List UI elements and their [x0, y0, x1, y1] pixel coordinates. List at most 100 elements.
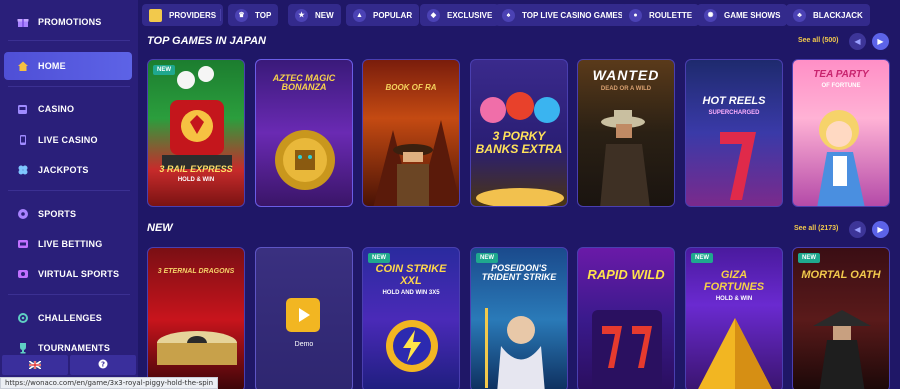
game-tile-giza-fortunes[interactable]: NEW GIZA FORTUNES HOLD & WIN: [685, 247, 783, 389]
category-roulette[interactable]: ● ROULETTE: [622, 4, 700, 26]
prev-arrow-button[interactable]: ◀: [849, 33, 866, 50]
new-icon: ★: [295, 8, 308, 22]
category-label: BLACKJACK: [813, 10, 863, 20]
game-subtitle: DEAD OR A WILD: [600, 86, 652, 92]
svg-text:?: ?: [101, 360, 105, 368]
sidebar-item-label: SPORTS: [38, 209, 77, 219]
category-divider: [220, 9, 221, 21]
game-title: GIZA FORTUNES: [703, 269, 765, 293]
game-tile-book-of-ra[interactable]: BOOK OF RA: [362, 59, 460, 207]
sidebar-divider: [8, 190, 130, 191]
game-tile-hot-reels[interactable]: HOT REELS SUPERCHARGED: [685, 59, 783, 207]
sidebar-item-challenges[interactable]: CHALLENGES: [4, 304, 132, 332]
game-title: COIN STRIKE XXL: [375, 263, 447, 287]
game-title: WANTED: [592, 67, 660, 83]
category-new[interactable]: ★ NEW: [288, 4, 341, 26]
sidebar-item-sports[interactable]: SPORTS: [4, 200, 132, 228]
arrow-right-icon: ▶: [877, 225, 884, 234]
game-tile-coin-strike-xxl[interactable]: NEW COIN STRIKE XXL HOLD AND WIN 3X5: [362, 247, 460, 389]
category-label: TOP: [255, 10, 272, 20]
game-tile-wanted[interactable]: WANTED DEAD OR A WILD: [577, 59, 675, 207]
sidebar-item-live-casino[interactable]: LIVE CASINO: [4, 126, 132, 154]
new-badge: NEW: [798, 253, 820, 263]
arrow-left-icon: ◀: [854, 225, 861, 234]
live-icon: [16, 237, 30, 251]
game-title: POSEIDON'S TRIDENT STRIKE: [481, 263, 557, 283]
next-arrow-button[interactable]: ▶: [872, 33, 889, 50]
category-game-shows[interactable]: ✺ GAME SHOWS: [697, 4, 788, 26]
prev-arrow-button[interactable]: ◀: [849, 221, 866, 238]
sidebar-item-label: HOME: [38, 61, 66, 71]
sidebar-item-label: JACKPOTS: [38, 165, 89, 175]
browser-status-bar: https://wonaco.com/en/game/3x3-royal-pig…: [0, 377, 219, 389]
category-providers[interactable]: PROVIDERS: [142, 4, 224, 26]
trophy-icon: [16, 341, 30, 355]
see-all-top-games-link[interactable]: See all (500): [798, 37, 838, 44]
sidebar-item-promotions[interactable]: PROMOTIONS: [4, 8, 132, 36]
sidebar-item-casino[interactable]: CASINO: [4, 95, 132, 123]
sidebar-item-live-betting[interactable]: LIVE BETTING: [4, 230, 132, 258]
game-title: RAPID WILD: [587, 267, 665, 282]
category-label: ROULETTE: [649, 10, 693, 20]
category-blackjack[interactable]: ♣ BLACKJACK: [786, 4, 870, 26]
next-arrow-button[interactable]: ▶: [872, 221, 889, 238]
sidebar-item-virtual-sports[interactable]: VIRTUAL SPORTS: [4, 260, 132, 288]
category-label: EXCLUSIVE: [447, 10, 493, 20]
new-badge: NEW: [153, 65, 175, 75]
game-title: 3 RAIL EXPRESS: [159, 164, 233, 174]
category-label: POPULAR: [373, 10, 413, 20]
help-button[interactable]: ?: [70, 355, 136, 375]
new-badge: NEW: [368, 253, 390, 263]
game-tile-3-porky-banks-extra[interactable]: 3 PORKY BANKS EXTRA: [470, 59, 568, 207]
uk-flag-icon: [28, 356, 42, 374]
sidebar-item-jackpots[interactable]: JACKPOTS: [4, 156, 132, 184]
category-top-live-casino[interactable]: ♠ TOP LIVE CASINO GAMES: [495, 4, 631, 26]
game-title: HOT REELS: [702, 95, 766, 107]
game-tile-aztec-magic-bonanza[interactable]: AZTEC MAGIC BONANZA: [255, 59, 353, 207]
category-bar: PROVIDERS ♛ TOP ★ NEW ▲ POPULAR ◆ EXCLUS…: [140, 4, 900, 26]
sidebar-item-label: TOURNAMENTS: [38, 343, 111, 353]
demo-link[interactable]: Demo: [256, 341, 352, 348]
game-subtitle: OF FORTUNE: [821, 83, 861, 89]
slot-icon: [16, 102, 30, 116]
category-label: GAME SHOWS: [724, 10, 781, 20]
wheel-icon: ✺: [704, 8, 717, 22]
clover-icon: [16, 163, 30, 177]
help-icon: ?: [98, 356, 108, 374]
game-subtitle: HOLD & WIN: [177, 177, 215, 183]
new-badge: NEW: [691, 253, 713, 263]
category-exclusive[interactable]: ◆ EXCLUSIVE: [420, 4, 500, 26]
game-subtitle: HOLD AND WIN 3X5: [382, 290, 440, 296]
game-title: 3 PORKY BANKS EXTRA: [475, 129, 563, 156]
game-title: 3 ETERNAL DRAGONS: [157, 268, 235, 275]
category-popular[interactable]: ▲ POPULAR: [346, 4, 420, 26]
game-tile-poseidons-trident-strike[interactable]: NEW POSEIDON'S TRIDENT STRIKE: [470, 247, 568, 389]
category-label: TOP LIVE CASINO GAMES: [522, 10, 624, 20]
play-button[interactable]: [286, 298, 320, 332]
game-title: AZTEC MAGIC BONANZA: [272, 73, 336, 93]
game-tile-rapid-wild[interactable]: RAPID WILD: [577, 247, 675, 389]
play-icon: [299, 308, 310, 322]
sidebar-item-home[interactable]: HOME: [4, 52, 132, 80]
game-title: TEA PARTY: [813, 69, 869, 80]
game-tile-demo-hover[interactable]: Demo: [255, 247, 353, 389]
train-art: [162, 66, 232, 169]
game-tile-mortal-oath[interactable]: NEW MORTAL OATH: [792, 247, 890, 389]
category-top[interactable]: ♛ TOP: [228, 4, 279, 26]
game-subtitle: SUPERCHARGED: [708, 110, 760, 116]
sidebar-item-label: CASINO: [38, 104, 75, 114]
category-label: NEW: [315, 10, 334, 20]
game-subtitle: HOLD & WIN: [715, 296, 753, 302]
game-tile-3-eternal-dragons[interactable]: 3 ETERNAL DRAGONS: [147, 247, 245, 389]
game-title: BOOK OF RA: [385, 83, 437, 92]
new-badge: NEW: [476, 253, 498, 263]
sidebar-item-label: VIRTUAL SPORTS: [38, 269, 120, 279]
game-tile-tea-party[interactable]: TEA PARTY OF FORTUNE: [792, 59, 890, 207]
ball-icon: [16, 207, 30, 221]
see-all-new-link[interactable]: See all (2173): [794, 225, 838, 232]
diamond-icon: ◆: [427, 8, 440, 22]
language-button[interactable]: [2, 355, 68, 375]
game-tile-3-rail-express[interactable]: NEW 3 RAIL EXPRESS HOLD & WIN: [147, 59, 245, 207]
game-title: MORTAL OATH: [801, 269, 881, 281]
section-title-new: NEW: [147, 222, 173, 234]
